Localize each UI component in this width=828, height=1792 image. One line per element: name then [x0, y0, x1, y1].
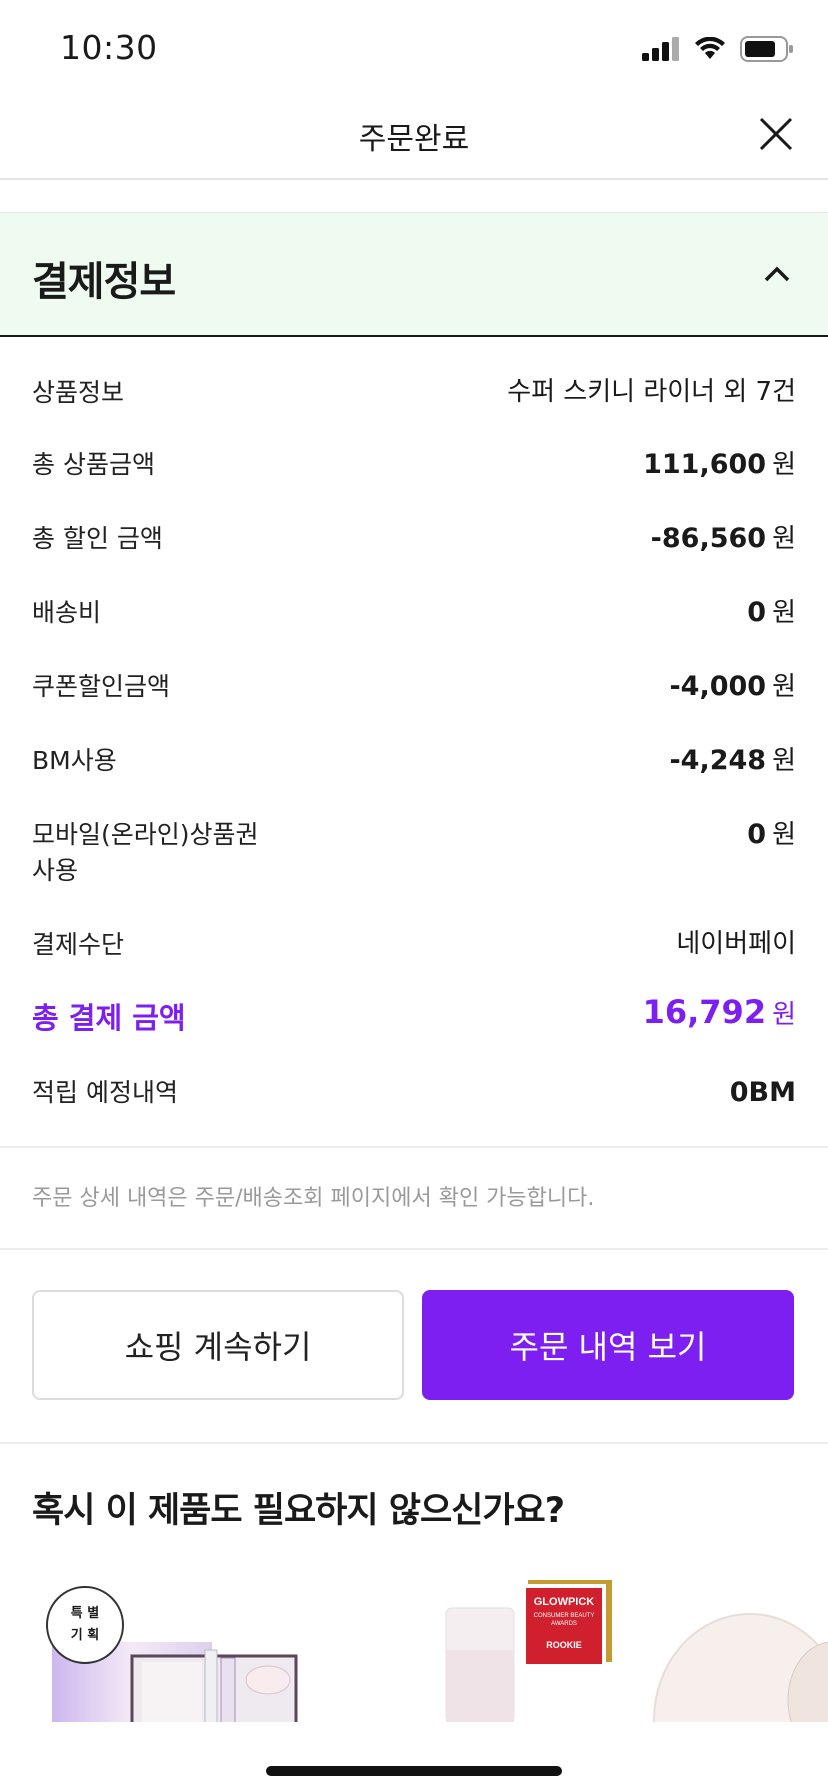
row-value: -4,000 원: [669, 668, 796, 706]
home-indicator: [266, 1766, 562, 1776]
product-card-2[interactable]: GLOWPICK CONSUMER BEAUTY AWARDS ROOKIE: [440, 1580, 620, 1722]
product-card-3[interactable]: [650, 1580, 828, 1722]
wifi-icon: [695, 37, 725, 59]
chevron-up-icon[interactable]: [760, 257, 794, 291]
row-label: 결제수단: [32, 930, 125, 959]
divider: [0, 1442, 828, 1444]
unit: 원: [772, 450, 796, 480]
status-time: 10:30: [60, 28, 158, 67]
amount: 0: [747, 819, 767, 850]
special-offer-badge: 특 별 기 획: [46, 1586, 124, 1664]
recommendation-title: 혹시 이 제품도 필요하지 않으신가요?: [32, 1491, 565, 1531]
continue-shopping-button[interactable]: 쇼핑 계속하기: [32, 1290, 404, 1400]
payment-info-header[interactable]: 결제정보: [0, 212, 828, 337]
section-title: 결제정보: [32, 259, 176, 305]
status-bar: 10:30: [0, 0, 828, 100]
divider: [0, 1248, 828, 1250]
amount: 0: [747, 597, 767, 628]
row-label: 총 할인 금액: [32, 524, 163, 553]
award-text-2: CONSUMER BEAUTY AWARDS: [533, 1613, 595, 1627]
award-badge: GLOWPICK CONSUMER BEAUTY AWARDS ROOKIE: [522, 1584, 606, 1668]
page-title: 주문완료: [358, 122, 470, 157]
amount: -4,248: [669, 745, 767, 776]
nav-header: 주문완료: [0, 100, 828, 180]
row-value: 0BM: [729, 1077, 796, 1108]
amount: 111,600: [643, 449, 767, 480]
badge-text-2: 기 획: [70, 1628, 100, 1643]
product-image-cushion: [653, 1613, 828, 1722]
unit: 원: [772, 1000, 796, 1030]
unit: 원: [772, 524, 796, 554]
amount: -4,000: [669, 671, 767, 702]
award-text-1: GLOWPICK: [533, 1596, 595, 1608]
row-value: -86,560 원: [651, 520, 796, 558]
row-value: 111,600 원: [643, 446, 796, 484]
row-value: 수퍼 스키니 라이너 외 7건: [507, 377, 796, 407]
battery-icon: [740, 36, 793, 62]
amount: -86,560: [650, 523, 767, 554]
row-label: BM사용: [32, 746, 117, 775]
unit: 원: [772, 672, 796, 702]
row-label: 총 결제 금액: [32, 1001, 186, 1035]
row-label: 총 상품금액: [32, 450, 155, 479]
unit: 원: [772, 598, 796, 628]
row-label-line2: 사용: [32, 856, 79, 885]
badge-text-1: 특 별: [70, 1606, 100, 1621]
view-order-button[interactable]: 주문 내역 보기: [422, 1290, 794, 1400]
row-label: 적립 예정내역: [32, 1078, 178, 1107]
row-label: 배송비: [32, 598, 102, 627]
status-icons: [642, 36, 794, 62]
product-card-1[interactable]: 특 별 기 획: [40, 1580, 320, 1722]
row-value: 0원: [747, 594, 796, 632]
cellular-signal-icon: [642, 37, 679, 61]
row-label: 쿠폰할인금액: [32, 672, 171, 701]
unit: 원: [772, 746, 796, 776]
divider: [0, 1146, 828, 1148]
row-value: 네이버페이: [676, 929, 796, 959]
unit: 원: [772, 820, 796, 850]
award-text-3: ROOKIE: [546, 1640, 582, 1650]
close-icon[interactable]: [756, 114, 796, 154]
row-label: 상품정보: [32, 378, 125, 407]
order-detail-notice: 주문 상세 내역은 주문/배송조회 페이지에서 확인 가능합니다.: [32, 1186, 595, 1211]
amount: 16,792: [642, 993, 767, 1031]
row-label: 모바일(온라인)상품권: [32, 820, 259, 849]
row-value: 16,792 원: [643, 994, 796, 1034]
row-value: -4,248 원: [669, 742, 796, 780]
row-value: 0원: [747, 816, 796, 854]
